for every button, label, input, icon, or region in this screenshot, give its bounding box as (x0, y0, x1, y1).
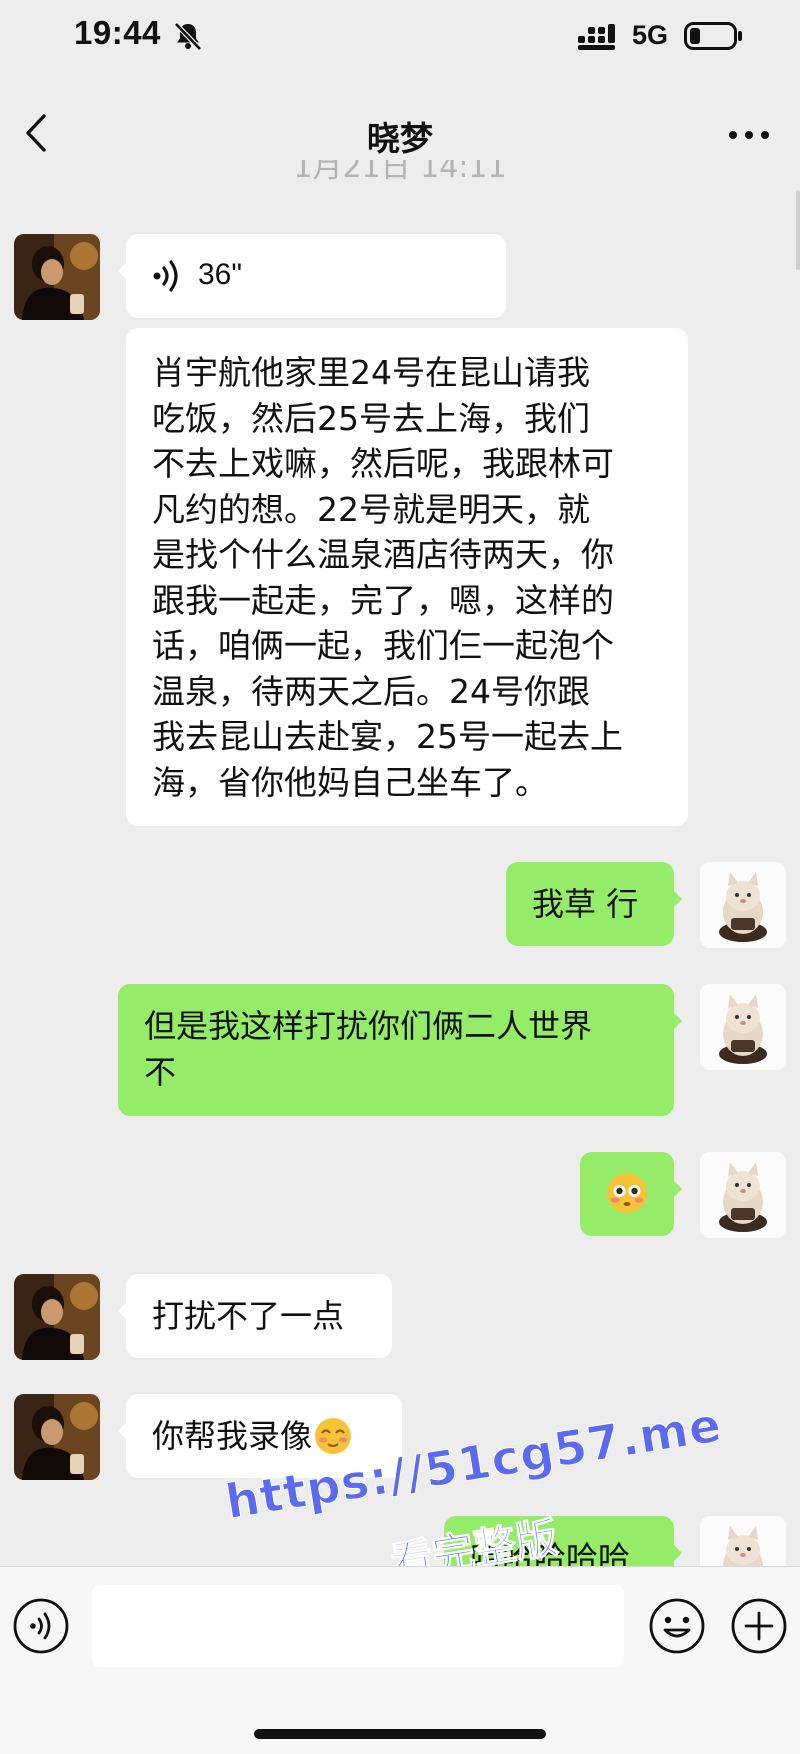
message-line: 话，咱俩一起，我们仨一起泡个 (152, 626, 614, 665)
message-bubble-in[interactable]: 你帮我录像 (118, 1394, 402, 1478)
chat-title: 晓梦 (367, 119, 433, 158)
contact-avatar[interactable] (14, 234, 100, 320)
message-bubble-long[interactable]: 肖宇航他家里24号在昆山请我 吃饭，然后25号去上海，我们 不去上戏嘛，然后呢，… (126, 328, 688, 826)
bubble-tail (118, 1422, 127, 1440)
message-line: 但是我这样打扰你们俩二人世界 (144, 1007, 593, 1045)
message-line: 海，省你他妈自己坐车了。 (152, 762, 548, 802)
message-line: 是找个什么温泉酒店待两天，你 (152, 535, 614, 574)
message-text: 你帮我录像 (152, 1417, 313, 1455)
voice-message-bubble[interactable]: 36" (118, 234, 506, 318)
bubble-tail (118, 262, 127, 280)
voice-wave-icon (153, 260, 178, 292)
bubble-tail (673, 1180, 682, 1198)
battery-icon (684, 22, 742, 50)
message-input[interactable] (92, 1585, 624, 1667)
signal-bars-icon (578, 24, 615, 50)
message-bubble-in[interactable]: 打扰不了一点 (118, 1274, 392, 1358)
bubble-tail (118, 1302, 127, 1320)
my-avatar[interactable] (700, 862, 786, 948)
blushing-face-icon (314, 1417, 353, 1455)
scrollbar-thumb[interactable] (796, 190, 800, 270)
my-avatar[interactable] (700, 1152, 786, 1238)
message-line: 温泉，待两天之后。24号你跟 (152, 671, 590, 711)
bell-slash-icon (174, 22, 202, 51)
contact-avatar[interactable] (14, 1394, 100, 1480)
home-indicator[interactable] (254, 1729, 546, 1739)
plus-circle-icon[interactable] (730, 1597, 788, 1655)
status-bar: 19:44 5G (0, 0, 800, 72)
emoji-icon[interactable] (648, 1597, 706, 1655)
message-line: 肖宇航他家里24号在昆山请我 (152, 353, 590, 392)
message-bubble-out[interactable]: 但是我这样打扰你们俩二人世界 不 (118, 984, 682, 1116)
flushed-face-icon (607, 1173, 647, 1213)
bubble-tail (673, 890, 682, 908)
message-bubble-out[interactable]: 我草 行 (506, 862, 682, 946)
message-line: 不 (144, 1053, 177, 1091)
more-dots-icon[interactable] (724, 120, 774, 150)
status-time: 19:44 (74, 14, 161, 51)
message-line: 我去昆山去赴宴，25号一起去上 (152, 717, 623, 756)
message-line: 凡约的想。22号就是明天，就 (152, 489, 590, 529)
network-label: 5G (632, 20, 669, 50)
message-text: 我草 行 (532, 885, 639, 923)
voice-duration: 36" (198, 258, 243, 291)
message-line: 跟我一起走，完了，嗯，这样的 (152, 580, 614, 620)
emoji-message-bubble[interactable] (580, 1152, 682, 1236)
input-bar (0, 1566, 800, 1754)
message-timestamp: 1月21日 14:11 (0, 160, 800, 186)
bubble-tail (673, 1544, 682, 1562)
message-line: 不去上戏嘛，然后呢，我跟林可 (152, 444, 614, 483)
timestamp-text: 1月21日 14:11 (293, 160, 507, 185)
message-text: 打扰不了一点 (152, 1297, 345, 1335)
message-line: 吃饭，然后25号去上海，我们 (152, 398, 590, 438)
my-avatar[interactable] (700, 984, 786, 1070)
voice-toggle-icon[interactable] (12, 1597, 70, 1655)
bubble-tail (673, 1012, 682, 1030)
contact-avatar[interactable] (14, 1274, 100, 1360)
